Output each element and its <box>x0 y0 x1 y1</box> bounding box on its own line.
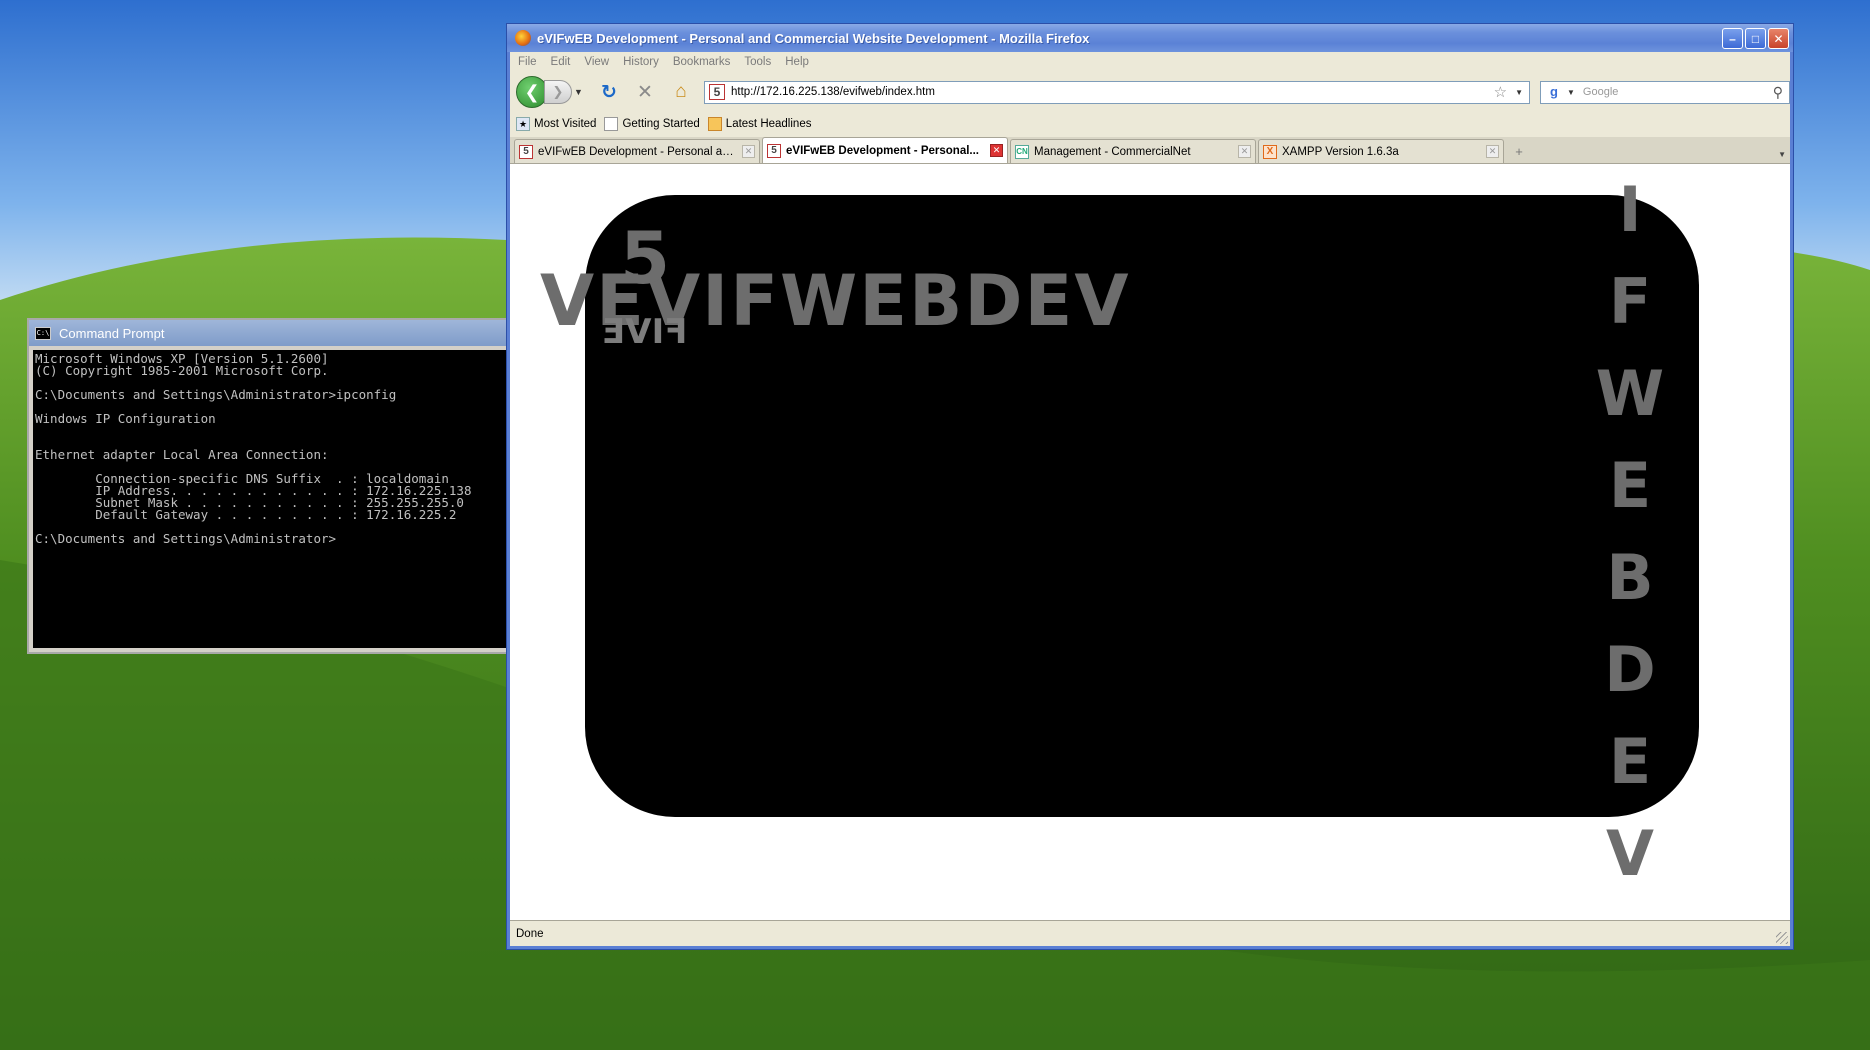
bookmark-label: Most Visited <box>534 118 597 130</box>
banner-letter: E <box>1608 449 1652 522</box>
bookmark-label: Getting Started <box>622 118 700 130</box>
window-title: eVIFwEB Development - Personal and Comme… <box>537 30 1090 46</box>
rss-icon <box>707 117 722 131</box>
cmd-icon: C:\ <box>35 326 51 340</box>
page-icon <box>604 117 619 131</box>
resize-grip-icon[interactable] <box>1776 932 1788 944</box>
menu-bar: File Edit View History Bookmarks Tools H… <box>510 52 1790 72</box>
status-bar: Done <box>510 920 1790 946</box>
tab-label: Management - CommercialNet <box>1034 145 1191 158</box>
tab-favicon-icon: CN <box>1015 144 1029 159</box>
tab-favicon-icon: X <box>1263 144 1277 159</box>
bookmark-most-visited[interactable]: ★ Most Visited <box>516 117 596 131</box>
console-line: (C) Copyright 1985-2001 Microsoft Corp. <box>35 363 329 378</box>
history-dropdown-icon[interactable]: ▼ <box>574 87 586 97</box>
bookmark-star-icon[interactable]: ☆ <box>1494 83 1507 101</box>
site-favicon-icon: 5 <box>709 84 725 100</box>
tab-favicon-icon: 5 <box>767 143 781 158</box>
console-line: Default Gateway . . . . . . . . . : 172.… <box>35 507 457 522</box>
forward-button[interactable]: ❯ <box>544 80 572 104</box>
banner-letter: E <box>1608 725 1652 798</box>
status-text: Done <box>516 927 544 940</box>
banner-letter: V <box>1606 817 1654 890</box>
console-line: C:\Documents and Settings\Administrator>… <box>35 387 397 402</box>
banner-letter: W <box>1595 357 1665 430</box>
search-input[interactable]: Google <box>1583 86 1773 98</box>
new-tab-button[interactable]: + <box>1506 141 1532 163</box>
bookmark-getting-started[interactable]: Getting Started <box>604 117 700 131</box>
cmd-titlebar[interactable]: C:\ Command Prompt <box>29 320 515 346</box>
search-engine-dropdown-icon[interactable]: ▼ <box>1567 88 1575 97</box>
url-text[interactable]: http://172.16.225.138/evifweb/index.htm <box>731 86 1494 98</box>
tab-evifweb-2[interactable]: 5 eVIFwEB Development - Personal... ✕ <box>762 137 1008 163</box>
cmd-title: Command Prompt <box>59 325 165 341</box>
tab-close-icon[interactable]: ✕ <box>742 145 755 158</box>
tab-evifweb-1[interactable]: 5 eVIFwEB Development - Personal and ...… <box>514 139 760 163</box>
logo-five: 5 <box>620 216 671 300</box>
tab-list-dropdown-icon[interactable]: ▼ <box>1778 150 1786 159</box>
cmd-console[interactable]: Microsoft Windows XP [Version 5.1.2600](… <box>33 350 515 648</box>
firefox-titlebar[interactable]: eVIFwEB Development - Personal and Comme… <box>507 24 1793 52</box>
console-line: Windows IP Configuration <box>35 411 216 426</box>
url-bar[interactable]: 5 http://172.16.225.138/evifweb/index.ht… <box>704 80 1530 104</box>
bookmark-latest-headlines[interactable]: Latest Headlines <box>707 117 812 131</box>
minimize-button[interactable]: – <box>1722 28 1743 49</box>
home-icon[interactable]: ⌂ <box>668 79 694 105</box>
firefox-window[interactable]: eVIFwEB Development - Personal and Comme… <box>507 24 1793 949</box>
console-line: C:\Documents and Settings\Administrator> <box>35 531 337 546</box>
tab-label: eVIFwEB Development - Personal and ... <box>538 145 737 158</box>
menu-bookmarks[interactable]: Bookmarks <box>673 56 731 68</box>
banner-letter: F <box>1608 265 1652 338</box>
close-button[interactable]: ✕ <box>1768 28 1789 49</box>
menu-tools[interactable]: Tools <box>744 56 771 68</box>
tab-favicon-icon: 5 <box>519 144 533 159</box>
banner-letter: I <box>1618 173 1642 246</box>
google-engine-icon[interactable]: g <box>1545 84 1563 100</box>
banner-vertical: I F W E B D E V <box>1590 164 1670 900</box>
menu-help[interactable]: Help <box>785 56 809 68</box>
tab-close-icon[interactable]: ✕ <box>990 144 1003 157</box>
tab-close-icon[interactable]: ✕ <box>1486 145 1499 158</box>
firefox-logo-icon <box>515 30 531 46</box>
command-prompt-window[interactable]: C:\ Command Prompt Microsoft Windows XP … <box>27 318 517 654</box>
tab-management[interactable]: CN Management - CommercialNet ✕ <box>1010 139 1256 163</box>
reload-icon[interactable]: ↻ <box>596 79 622 105</box>
console-line: Ethernet adapter Local Area Connection: <box>35 447 329 462</box>
tab-close-icon[interactable]: ✕ <box>1238 145 1251 158</box>
bookmark-label: Latest Headlines <box>725 118 812 130</box>
tab-xampp[interactable]: X XAMPP Version 1.6.3a ✕ <box>1258 139 1504 163</box>
search-bar[interactable]: g ▼ Google ⚲ <box>1540 80 1790 104</box>
maximize-button[interactable]: □ <box>1745 28 1766 49</box>
menu-file[interactable]: File <box>518 56 537 68</box>
menu-history[interactable]: History <box>623 56 659 68</box>
tab-label: XAMPP Version 1.6.3a <box>1282 145 1399 158</box>
tab-label: eVIFwEB Development - Personal... <box>786 144 979 157</box>
navigation-toolbar: ❮ ❯ ▼ ↻ ✕ ⌂ 5 http://172.16.225.138/evif… <box>510 72 1790 112</box>
tab-bar: 5 eVIFwEB Development - Personal and ...… <box>510 137 1790 164</box>
bookmarks-toolbar: ★ Most Visited Getting Started Latest He… <box>510 112 1790 136</box>
search-icon[interactable]: ⚲ <box>1773 84 1783 101</box>
banner-letter: D <box>1604 633 1656 706</box>
logo-mirror: FIVE <box>602 312 688 352</box>
banner-letter: B <box>1606 541 1654 614</box>
stop-icon[interactable]: ✕ <box>632 79 658 105</box>
menu-edit[interactable]: Edit <box>551 56 571 68</box>
menu-view[interactable]: View <box>584 56 609 68</box>
folder-icon: ★ <box>516 117 530 131</box>
page-content: VEVIFWEBDEV 5 FIVE I F W E B D E V <box>510 164 1790 920</box>
url-dropdown-icon[interactable]: ▼ <box>1515 88 1523 97</box>
